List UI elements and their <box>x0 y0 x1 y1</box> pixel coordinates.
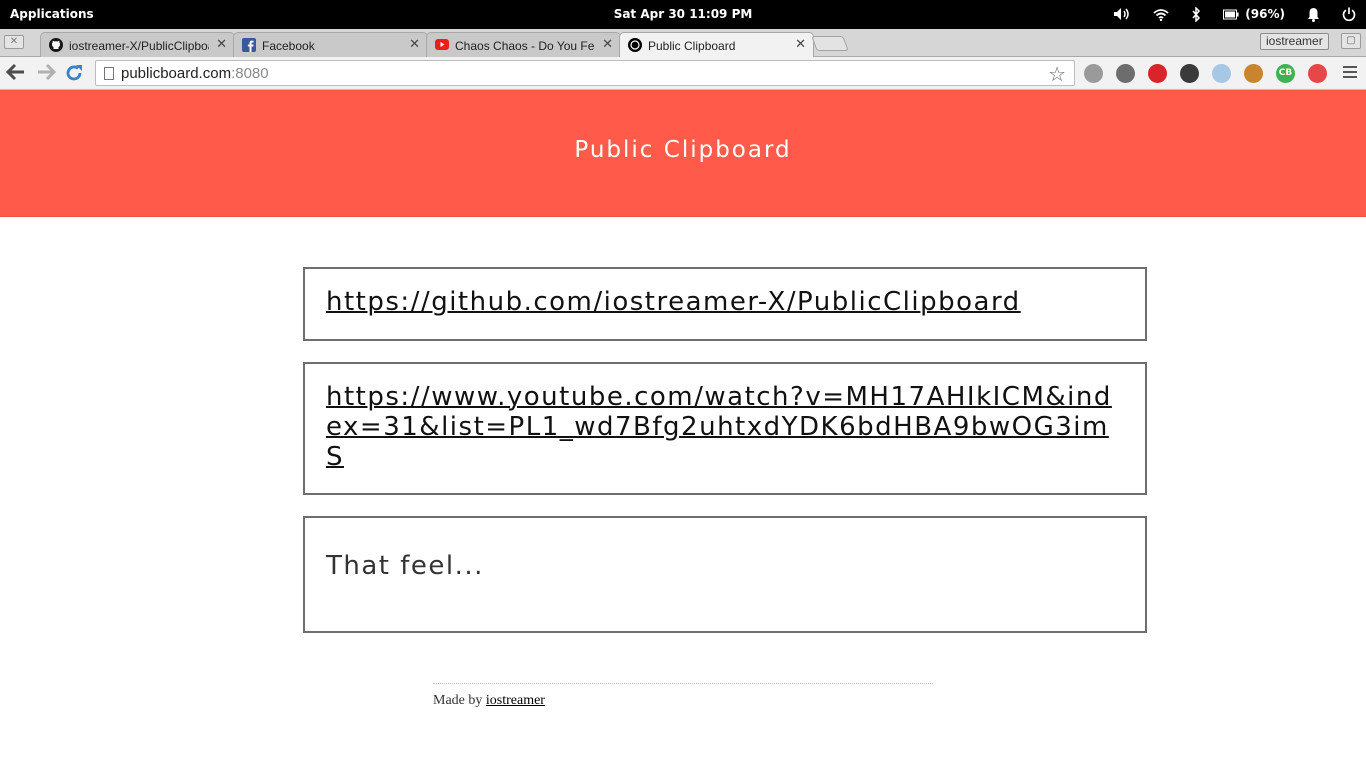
youtube-icon <box>435 39 449 50</box>
globe-extension-icon[interactable] <box>1084 64 1103 83</box>
reload-icon[interactable] <box>63 63 85 83</box>
cast-extension-icon[interactable] <box>1308 64 1327 83</box>
clip-text: That feel... <box>326 551 484 581</box>
back-icon[interactable] <box>5 63 27 83</box>
tab-github[interactable]: iostreamer-X/PublicClipboard ✕ <box>40 32 235 57</box>
system-panel: Applications Sat Apr 30 11:09 PM (96%) <box>0 0 1366 29</box>
window-close-icon[interactable]: ✕ <box>4 35 24 49</box>
facebook-icon <box>242 38 256 52</box>
tab-close-icon[interactable]: ✕ <box>409 37 420 52</box>
footer: Made by iostreamer <box>433 683 933 709</box>
bookmark-star-icon[interactable]: ☆ <box>1048 62 1066 86</box>
camera-extension-icon[interactable] <box>1116 64 1135 83</box>
power-icon[interactable] <box>1342 4 1356 24</box>
wifi-icon[interactable] <box>1153 4 1169 24</box>
owl-extension-icon[interactable] <box>1244 64 1263 83</box>
weather-extension-icon[interactable] <box>1212 64 1231 83</box>
page-title: Public Clipboard <box>574 137 792 163</box>
battery-percent: (96%) <box>1245 7 1285 21</box>
adblock-extension-icon[interactable] <box>1148 64 1167 83</box>
tab-close-icon[interactable]: ✕ <box>795 37 806 52</box>
clip-item[interactable]: https://github.com/iostreamer-X/PublicCl… <box>303 267 1147 341</box>
battery-icon[interactable]: (96%) <box>1223 4 1285 24</box>
tab-public-clipboard[interactable]: Public Clipboard ✕ <box>619 32 814 58</box>
new-tab-button[interactable] <box>811 36 849 51</box>
clip-link[interactable]: https://github.com/iostreamer-X/PublicCl… <box>326 287 1021 317</box>
address-bar[interactable]: publicboard.com:8080 ☆ <box>95 60 1075 86</box>
tab-title: Facebook <box>262 39 315 53</box>
github-icon <box>49 38 63 52</box>
menu-icon[interactable] <box>1343 66 1357 81</box>
tab-title: Chaos Chaos - Do You Feel It <box>455 39 595 53</box>
url-text[interactable]: publicboard.com:8080 <box>121 65 269 82</box>
cb-extension-icon[interactable]: CB <box>1276 64 1295 83</box>
clip-item[interactable]: https://www.youtube.com/watch?v=MH17AHIk… <box>303 362 1147 495</box>
tab-youtube[interactable]: Chaos Chaos - Do You Feel It ✕ <box>426 32 621 57</box>
window-restore-icon[interactable]: ▢ <box>1341 33 1361 49</box>
tab-title: Public Clipboard <box>648 39 736 53</box>
notifications-icon[interactable] <box>1307 4 1320 24</box>
bluetooth-icon[interactable] <box>1191 4 1201 24</box>
tab-close-icon[interactable]: ✕ <box>602 37 613 52</box>
browser-toolbar: publicboard.com:8080 ☆ CB <box>0 57 1366 90</box>
site-icon <box>628 38 642 52</box>
tab-close-icon[interactable]: ✕ <box>216 37 227 52</box>
page-icon <box>104 67 114 80</box>
clip-link[interactable]: https://www.youtube.com/watch?v=MH17AHIk… <box>326 382 1112 472</box>
profile-button[interactable]: iostreamer <box>1260 33 1329 50</box>
forward-icon[interactable] <box>35 63 57 83</box>
tab-title: iostreamer-X/PublicClipboard <box>69 39 209 53</box>
tab-facebook[interactable]: Facebook ✕ <box>233 32 428 57</box>
tab-strip: ✕ iostreamer-X/PublicClipboard ✕ Faceboo… <box>0 29 1366 58</box>
site-header: Public Clipboard <box>0 90 1366 217</box>
clip-item[interactable]: That feel... <box>303 516 1147 633</box>
system-tray: (96%) <box>1091 4 1356 24</box>
footer-prefix: Made by <box>433 693 486 708</box>
pocket-extension-icon[interactable] <box>1180 64 1199 83</box>
author-link[interactable]: iostreamer <box>486 693 545 708</box>
volume-icon[interactable] <box>1113 4 1131 24</box>
